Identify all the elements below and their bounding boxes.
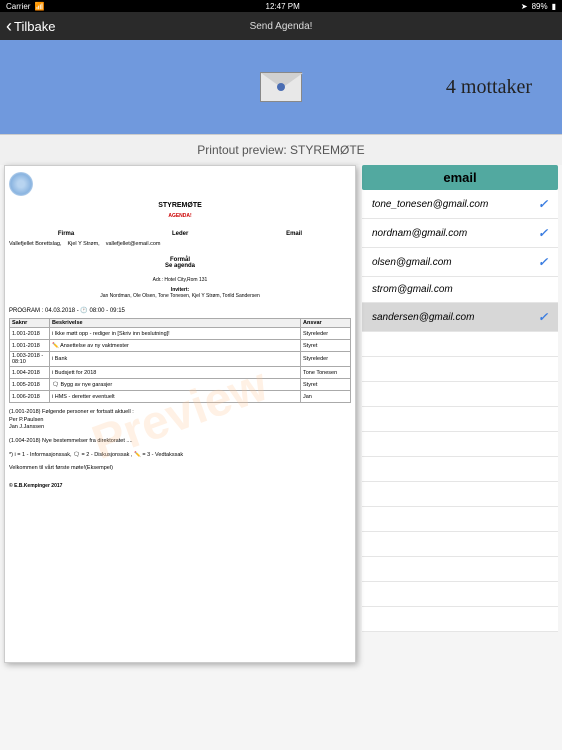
list-item — [362, 582, 558, 607]
email-address: nordnam@gmail.com — [372, 228, 467, 239]
list-item — [362, 382, 558, 407]
check-icon: ✓ — [538, 226, 548, 240]
list-item — [362, 457, 558, 482]
col-beskrivelse: Beskrivelse — [50, 319, 301, 328]
recipient-count: 4 mottaker — [446, 76, 532, 99]
clock: 12:47 PM — [266, 2, 300, 11]
list-item — [362, 557, 558, 582]
list-item — [362, 432, 558, 457]
battery-icon: ▮ — [552, 2, 556, 11]
list-item — [362, 607, 558, 632]
nav-title: Send Agenda! — [250, 21, 313, 32]
table-row: 1.003-2018 - 08:10i BankStyreleder — [10, 352, 351, 367]
formal-block: Formål Se agenda — [9, 257, 351, 269]
list-item — [362, 482, 558, 507]
firm-header-row: Firma Leder Email — [9, 231, 351, 237]
preview-label: Printout preview: STYREMØTE — [0, 135, 562, 165]
list-item — [362, 532, 558, 557]
wifi-icon: 📶 — [34, 2, 44, 11]
list-item — [362, 507, 558, 532]
col-saknr: Saknr — [10, 319, 50, 328]
banner: 4 mottaker — [0, 40, 562, 135]
list-item — [362, 407, 558, 432]
location-icon: ➤ — [521, 2, 528, 11]
back-label: Tilbake — [14, 19, 55, 34]
preview-panel: Preview STYREMØTE AGENDA! Firma Leder Em… — [4, 165, 356, 663]
address-line: Adr.: Hotel City,Rom 131 — [9, 277, 351, 283]
table-row: 1.005-2018🗨 Bygg av nye garasjerStyret — [10, 379, 351, 391]
list-item — [362, 332, 558, 357]
email-row[interactable]: olsen@gmail.com ✓ — [362, 248, 558, 277]
firm-hdr-a: Firma — [58, 231, 74, 237]
email-row[interactable]: tone_tonesen@gmail.com ✓ — [362, 190, 558, 219]
email-row[interactable]: strom@gmail.com — [362, 277, 558, 303]
agenda-table: Saknr Beskrivelse Ansvar 1.001-2018i Ikk… — [9, 318, 351, 403]
check-icon: ✓ — [538, 197, 548, 211]
email-row[interactable]: sandersen@gmail.com ✓ — [362, 303, 558, 332]
email-address: olsen@gmail.com — [372, 257, 452, 268]
doc-title: STYREMØTE — [9, 202, 351, 209]
email-address: tone_tonesen@gmail.com — [372, 199, 488, 210]
firm-hdr-c: Email — [286, 231, 302, 237]
list-item — [362, 357, 558, 382]
firm-values: Vallefjellet Borettslag, Kjel Y Strøm, v… — [9, 241, 351, 247]
nav-bar: ‹ Tilbake Send Agenda! — [0, 12, 562, 40]
email-address: strom@gmail.com — [372, 284, 453, 295]
email-row[interactable]: nordnam@gmail.com ✓ — [362, 219, 558, 248]
agenda-label: AGENDA! — [9, 213, 351, 219]
col-ansvar: Ansvar — [301, 319, 351, 328]
program-line: PROGRAM : 04.03.2018 - 🕐 08:00 - 09:15 — [9, 307, 351, 314]
envelope-icon — [260, 72, 302, 102]
invited-block: Invitert: Jan Nordman, Ole Olsen, Tone T… — [9, 287, 351, 299]
email-address: sandersen@gmail.com — [372, 312, 474, 323]
logo-icon — [9, 172, 33, 196]
table-row: 1.006-2018i HMS - deretter eventueltJan — [10, 391, 351, 403]
email-header: email — [362, 165, 558, 190]
status-bar: Carrier 📶 12:47 PM ➤ 89% ▮ — [0, 0, 562, 12]
battery-label: 89% — [532, 2, 548, 11]
back-button[interactable]: ‹ Tilbake — [6, 16, 55, 37]
carrier-label: Carrier — [6, 2, 30, 11]
table-row: 1.001-2018✏️ Ansettelse av ny vaktmester… — [10, 340, 351, 352]
chevron-left-icon: ‹ — [6, 16, 12, 37]
check-icon: ✓ — [538, 255, 548, 269]
notes-block: (1.001-2018) Følgende personer er fortsa… — [9, 409, 351, 473]
copyright: © E.B.Kempinger 2017 — [9, 483, 351, 489]
firm-hdr-b: Leder — [172, 231, 188, 237]
check-icon: ✓ — [538, 310, 548, 324]
email-list: tone_tonesen@gmail.com✓nordnam@gmail.com… — [362, 190, 558, 632]
table-row: 1.001-2018i Ikke møtt opp - rediger in [… — [10, 328, 351, 340]
table-row: 1.004-2018i Budsjett for 2018Tone Tonese… — [10, 367, 351, 379]
email-panel: email tone_tonesen@gmail.com✓nordnam@gma… — [362, 165, 558, 663]
